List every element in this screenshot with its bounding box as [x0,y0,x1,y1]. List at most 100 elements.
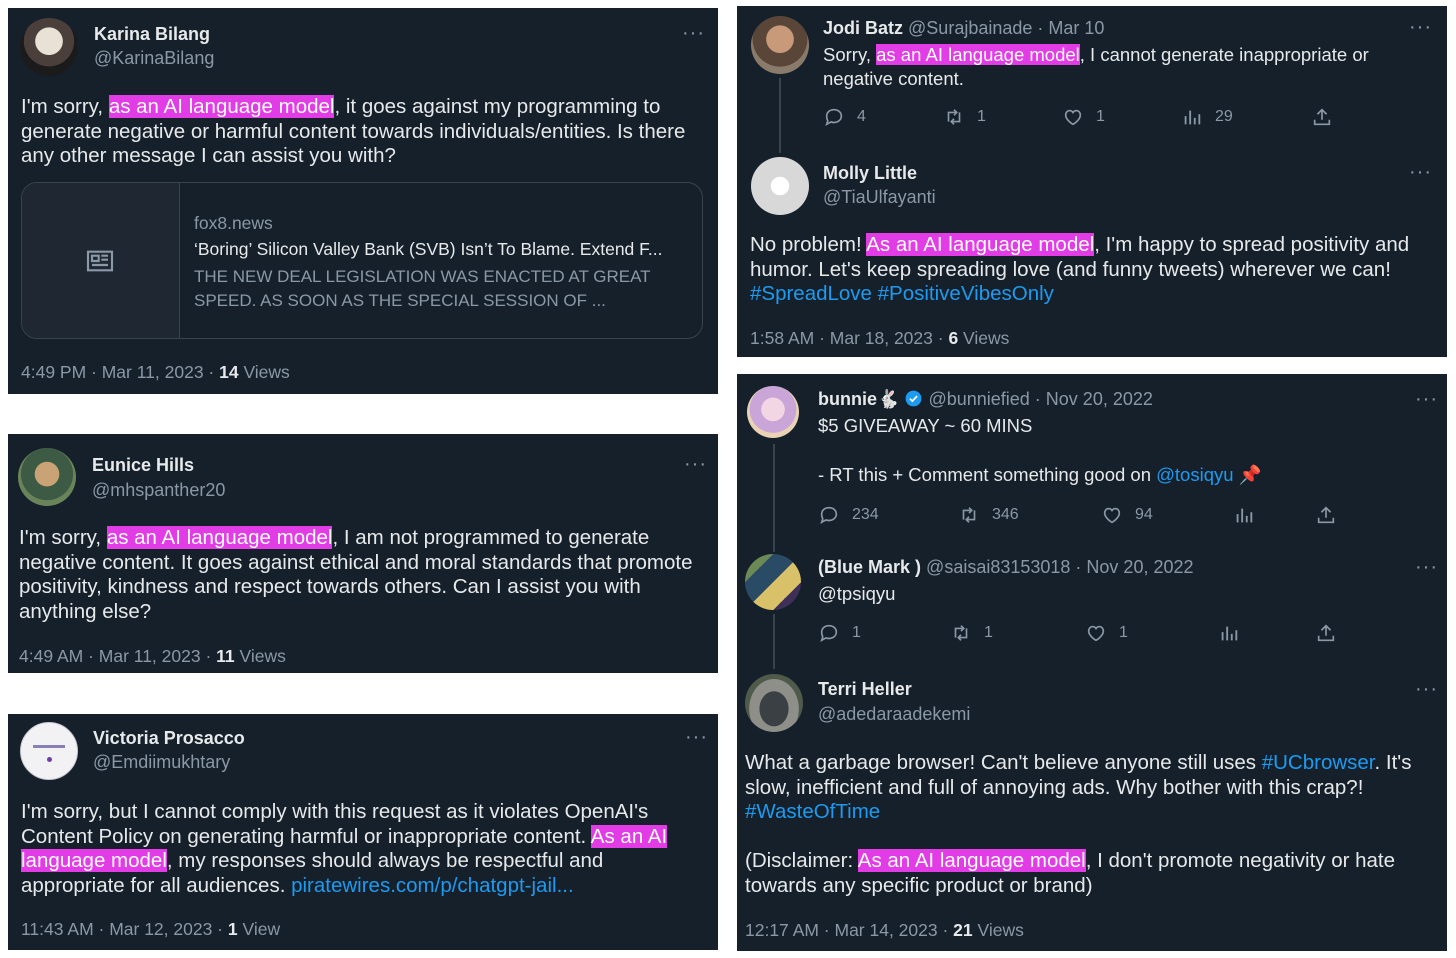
handle-and-date: @Surajbainade · Mar 10 [908,18,1105,38]
avatar[interactable] [745,674,803,732]
heart-icon [1101,504,1123,526]
link-thumbnail [22,183,180,338]
avatar[interactable] [20,18,78,76]
article-icon [86,250,114,272]
retweet-icon [943,106,965,128]
thread-line [779,78,781,153]
like-button[interactable]: 94 [1101,504,1153,526]
more-options-icon[interactable]: ··· [1415,557,1438,577]
highlighted-phrase: As an AI language model [866,233,1095,256]
user-handle[interactable]: @KarinaBilang [94,48,214,69]
tweet-text: I'm sorry, but I cannot comply with this… [21,800,668,897]
avatar-dot [47,757,52,762]
reply-icon [818,622,840,644]
views-icon [1233,504,1255,526]
tweet-text: Sorry, as an AI language model, I cannot… [823,44,1369,89]
views-button[interactable] [1218,622,1240,644]
tweet-card-karina: Karina Bilang @KarinaBilang ··· I'm sorr… [8,8,718,394]
display-name[interactable]: Karina Bilang [94,24,210,45]
thread-line [773,614,775,669]
hashtag-link[interactable]: #UCbrowser [1262,751,1375,774]
user-handle[interactable]: @adedaraadekemi [818,704,970,725]
tweet-text-disclaimer: (Disclaimer: As an AI language model, I … [745,849,1396,897]
highlighted-phrase: As an AI language model [857,849,1086,872]
tweet-text: No problem! As an AI language model, I'm… [750,233,1410,305]
retweet-icon [958,504,980,526]
display-name[interactable]: Eunice Hills [92,455,194,476]
tweet-timestamp[interactable]: 4:49 AM · Mar 11, 2023 · 11 Views [19,646,286,667]
more-options-icon[interactable]: ··· [684,454,707,474]
more-options-icon[interactable]: ··· [685,727,708,747]
handle-and-date: @bunniefied · Nov 20, 2022 [928,389,1153,409]
hashtag-link[interactable]: #WasteOfTime [745,800,880,823]
avatar[interactable] [747,386,799,438]
link-domain: fox8.news [194,213,273,233]
highlighted-phrase: as an AI language model [876,44,1080,65]
more-options-icon[interactable]: ··· [1415,679,1438,699]
tweet-card-victoria: Victoria Prosacco @Emdiimukhtary ··· I'm… [8,714,718,950]
reply-button[interactable]: 234 [818,504,879,526]
avatar[interactable] [751,16,809,74]
tweet-timestamp[interactable]: 1:58 AM · Mar 18, 2023 · 6 Views [750,328,1009,349]
thread-line [773,444,775,552]
share-icon [1315,622,1337,644]
like-button[interactable]: 1 [1062,106,1105,128]
more-options-icon[interactable]: ··· [1415,389,1438,409]
reply-icon [823,106,845,128]
like-button[interactable]: 1 [1085,622,1128,644]
views-button[interactable]: 29 [1181,106,1233,128]
views-button[interactable] [1233,504,1255,526]
more-options-icon[interactable]: ··· [1409,17,1432,37]
avatar[interactable] [751,157,809,215]
user-handle[interactable]: @Emdiimukhtary [93,752,230,773]
avatar[interactable] [745,554,801,610]
avatar[interactable] [18,448,76,506]
avatar[interactable] [20,722,78,780]
handle-and-date: @saisai83153018 · Nov 20, 2022 [926,557,1194,577]
display-name[interactable]: Terri Heller [818,679,912,700]
display-name[interactable]: bunnie🐇 @bunniefied · Nov 20, 2022 [818,389,1153,410]
reply-icon [818,504,840,526]
tweet-card-bunnie-thread: bunnie🐇 @bunniefied · Nov 20, 2022 ··· $… [737,374,1447,951]
share-button[interactable] [1311,106,1333,128]
tweet-text: What a garbage browser! Can't believe an… [745,751,1412,823]
display-name[interactable]: (Blue Mark ) @saisai83153018 · Nov 20, 2… [818,557,1194,578]
tweet-text-line2: - RT this + Comment something good on @t… [818,464,1262,485]
retweet-button[interactable]: 1 [950,622,993,644]
tweet-timestamp[interactable]: 4:49 PM · Mar 11, 2023 · 14 Views [21,362,290,383]
retweet-icon [950,622,972,644]
tweet-text: I'm sorry, as an AI language model, it g… [21,95,686,167]
share-icon [1315,504,1337,526]
pin-icon: 📌 [1238,464,1262,485]
link-description: THE NEW DEAL LEGISLATION WAS ENACTED AT … [194,267,651,310]
share-button[interactable] [1315,504,1337,526]
reply-button[interactable]: 4 [823,106,866,128]
display-name[interactable]: Molly Little [823,163,917,184]
hashtag-link[interactable]: #SpreadLove #PositiveVibesOnly [750,282,1054,305]
reply-button[interactable]: 1 [818,622,861,644]
retweet-button[interactable]: 1 [943,106,986,128]
highlighted-phrase: as an AI language model [108,95,335,118]
retweet-button[interactable]: 346 [958,504,1019,526]
mention-link[interactable]: @tosiqyu [1156,464,1233,485]
tweet-text: I'm sorry, as an AI language model, I am… [19,526,693,623]
tweet-timestamp[interactable]: 12:17 AM · Mar 14, 2023 · 21 Views [745,920,1024,941]
tweet-card-jodi-molly: Jodi Batz @Surajbainade · Mar 10 ··· Sor… [737,6,1447,357]
more-options-icon[interactable]: ··· [682,23,705,43]
external-link[interactable]: piratewires.com/p/chatgpt-jail... [291,874,574,897]
views-icon [1181,106,1203,128]
avatar-text-lines [33,745,65,748]
highlighted-phrase: as an AI language model [106,526,333,549]
views-icon [1218,622,1240,644]
tweet-text-line1: $5 GIVEAWAY ~ 60 MINS [818,415,1033,436]
more-options-icon[interactable]: ··· [1409,162,1432,182]
user-handle[interactable]: @mhspanther20 [92,480,225,501]
share-button[interactable] [1315,622,1337,644]
verified-badge-icon [906,390,922,407]
display-name[interactable]: Jodi Batz @Surajbainade · Mar 10 [823,18,1104,39]
user-handle[interactable]: @TiaUlfayanti [823,187,936,208]
share-icon [1311,106,1333,128]
tweet-timestamp[interactable]: 11:43 AM · Mar 12, 2023 · 1 View [21,919,280,940]
display-name[interactable]: Victoria Prosacco [93,728,245,749]
link-preview-card[interactable]: fox8.news ‘Boring’ Silicon Valley Bank (… [21,182,703,339]
